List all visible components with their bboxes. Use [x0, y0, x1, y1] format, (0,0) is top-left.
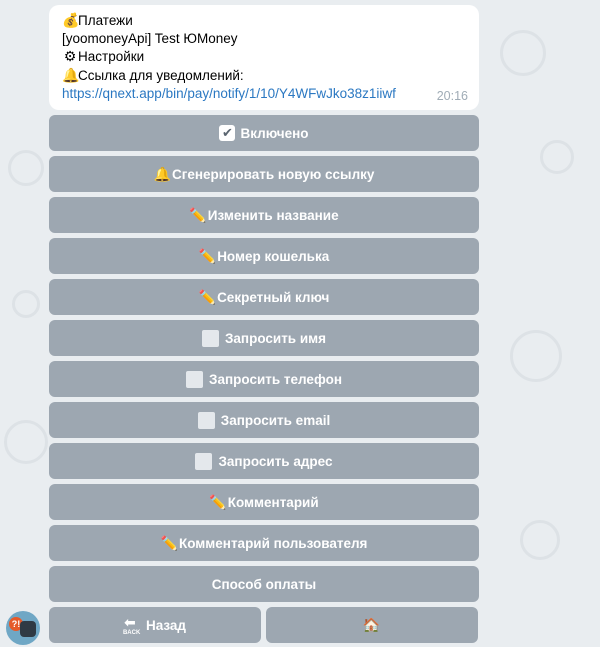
notify-link-label: Ссылка для уведомлений: [78, 67, 244, 83]
enabled-toggle-button[interactable]: ✔ Включено [49, 115, 479, 151]
message-time: 20:16 [436, 88, 468, 103]
comment-label: Комментарий [227, 494, 319, 510]
bell-icon: 🔔 [62, 66, 80, 83]
gear-icon: ⚙ [63, 48, 77, 65]
ask-address-label: Запросить адрес [218, 453, 333, 469]
checked-checkbox-icon: ✔ [219, 125, 236, 141]
integration-name: [yoomoneyApi] Test ЮMoney [62, 31, 238, 47]
message-line-title: 💰Платежи [62, 12, 466, 30]
ask-phone-toggle-button[interactable]: Запросить телефон [49, 361, 479, 397]
settings-label: Настройки [78, 49, 145, 65]
enabled-label: Включено [240, 125, 309, 141]
message-line-link: https://qnext.app/bin/pay/notify/1/10/Y4… [62, 85, 466, 103]
payment-method-label: Способ оплаты [211, 576, 317, 592]
ask-name-label: Запросить имя [224, 330, 327, 346]
rename-label: Изменить название [207, 207, 339, 223]
pencil-icon: ✏️ [198, 248, 217, 264]
generate-link-label: Сгенерировать новую ссылку [172, 166, 375, 182]
bell-icon: 🔔 [153, 166, 171, 182]
money-bag-icon: 💰 [62, 12, 80, 28]
comment-button[interactable]: ✏️ Комментарий [49, 484, 479, 520]
payment-method-button[interactable]: Способ оплаты [49, 566, 479, 602]
bot-message: 💰Платежи [yoomoneyApi] Test ЮMoney ⚙ Наст… [49, 5, 479, 110]
ask-phone-label: Запросить телефон [209, 371, 342, 387]
message-title: Платежи [78, 13, 133, 28]
back-arrow-icon: ⬅ BACK [122, 614, 144, 636]
robot-icon [20, 621, 36, 637]
unchecked-checkbox-icon [201, 329, 219, 347]
bot-avatar[interactable]: ?! [6, 611, 40, 645]
unchecked-checkbox-icon [197, 411, 215, 429]
message-line-name: [yoomoneyApi] Test ЮMoney [62, 30, 466, 48]
back-button[interactable]: ⬅ BACK Назад [49, 607, 261, 643]
unchecked-checkbox-icon [186, 370, 204, 388]
pencil-icon: ✏️ [198, 289, 217, 305]
notify-url-link[interactable]: https://qnext.app/bin/pay/notify/1/10/Y4… [62, 86, 396, 101]
back-icon-text: BACK [122, 630, 141, 636]
secret-key-button[interactable]: ✏️ Секретный ключ [49, 279, 479, 315]
ask-email-toggle-button[interactable]: Запросить email [49, 402, 479, 438]
pencil-icon: ✏️ [209, 494, 227, 510]
ask-address-toggle-button[interactable]: Запросить адрес [49, 443, 479, 479]
wallet-number-button[interactable]: ✏️ Номер кошелька [49, 238, 479, 274]
home-icon: 🏠 [362, 617, 381, 633]
generate-link-button[interactable]: 🔔 Сгенерировать новую ссылку [49, 156, 479, 192]
home-button[interactable]: 🏠 [266, 607, 478, 643]
pencil-icon: ✏️ [189, 207, 207, 223]
secret-key-label: Секретный ключ [217, 289, 330, 305]
unchecked-checkbox-icon [195, 452, 213, 470]
message-line-settings: ⚙ Настройки [62, 48, 466, 66]
message-line-notify: 🔔Ссылка для уведомлений: [62, 67, 466, 85]
back-label: Назад [145, 617, 187, 633]
rename-button[interactable]: ✏️ Изменить название [49, 197, 479, 233]
wallet-number-label: Номер кошелька [217, 248, 330, 264]
user-comment-label: Комментарий пользователя [179, 535, 368, 551]
ask-name-toggle-button[interactable]: Запросить имя [49, 320, 479, 356]
pencil-icon: ✏️ [160, 535, 178, 551]
back-arrow-glyph: ⬅ [123, 614, 136, 630]
user-comment-button[interactable]: ✏️ Комментарий пользователя [49, 525, 479, 561]
ask-email-label: Запросить email [220, 412, 331, 428]
